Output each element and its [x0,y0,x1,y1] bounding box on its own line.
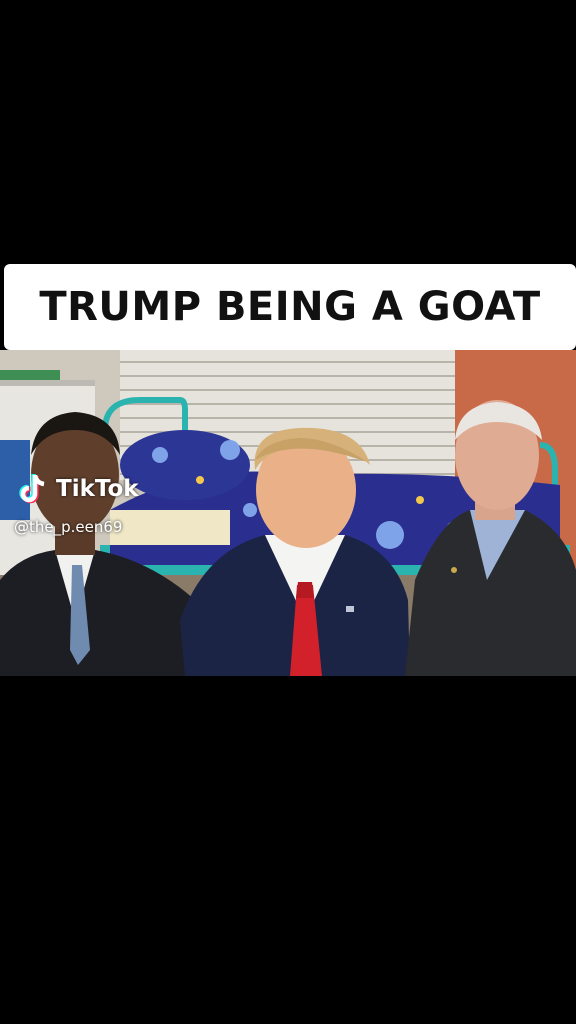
tiktok-watermark: TikTok @the_p.een69 [14,472,218,542]
tiktok-brand-text: TikTok [56,476,139,502]
caption-text: TRUMP BEING A GOAT [39,284,541,330]
username-handle: @the_p.een69 [14,518,123,536]
caption-banner: TRUMP BEING A GOAT [4,264,576,350]
tiktok-logo-icon [19,474,45,504]
